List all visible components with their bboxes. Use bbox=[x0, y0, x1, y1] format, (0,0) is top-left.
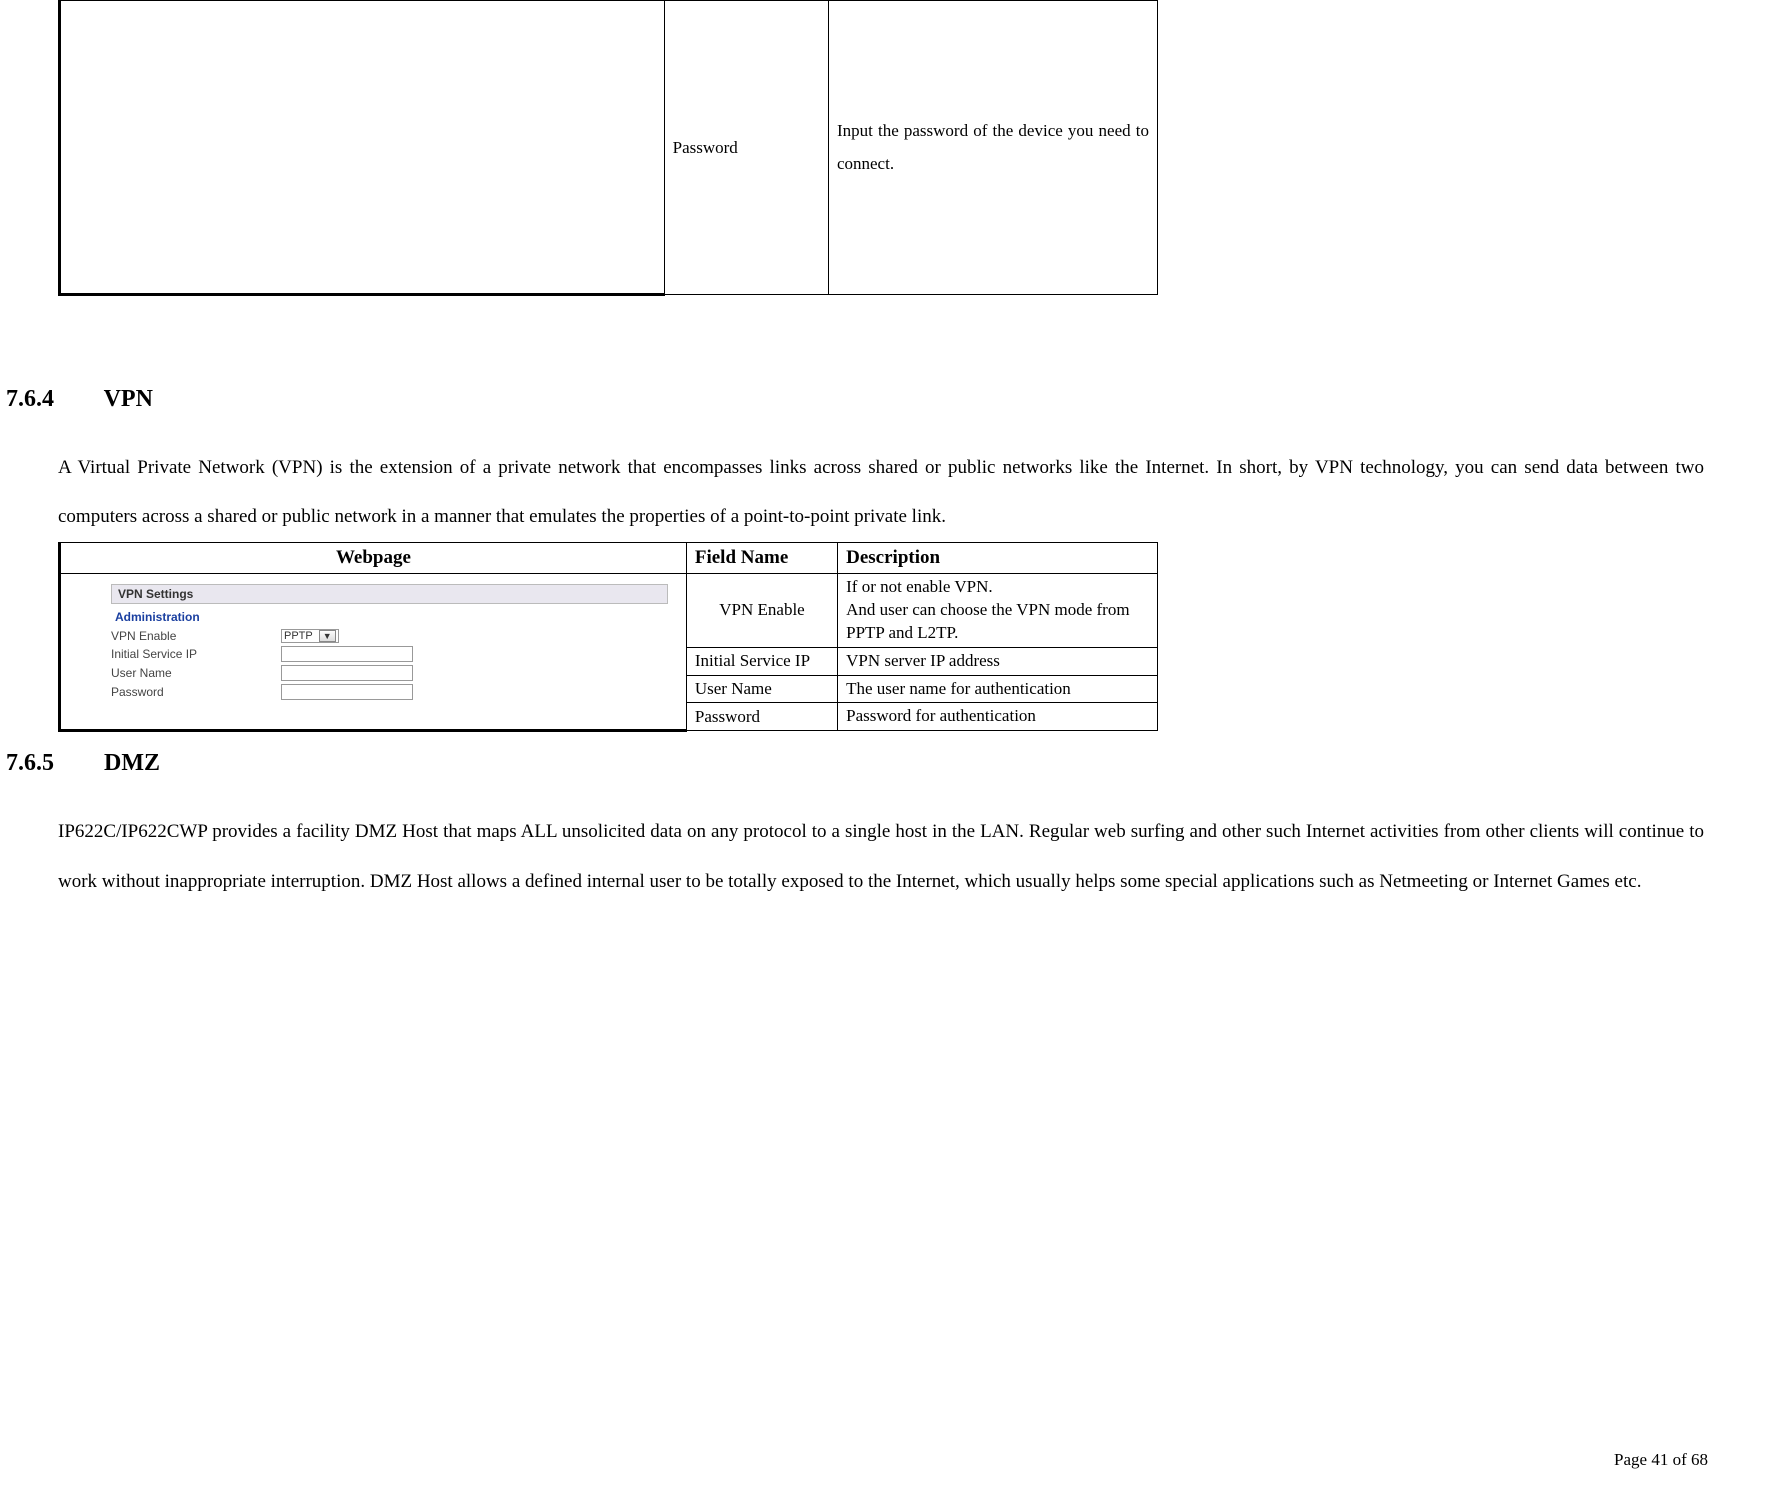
section-number: 7.6.4 bbox=[6, 386, 98, 413]
admin-row-initial-ip: Initial Service IP bbox=[111, 646, 668, 662]
top-description-cell: Input the password of the device you nee… bbox=[828, 1, 1157, 295]
top-continuation-table: Password Input the password of the devic… bbox=[58, 0, 1158, 296]
table-field: Initial Service IP bbox=[686, 647, 837, 675]
header-field: Field Name bbox=[686, 542, 837, 573]
admin-label-user-name: User Name bbox=[111, 666, 281, 680]
page-footer: Page 41 of 68 bbox=[1614, 1450, 1708, 1470]
section-heading-vpn: 7.6.4 VPN bbox=[6, 386, 1728, 413]
password-input[interactable] bbox=[281, 684, 413, 700]
initial-service-ip-input[interactable] bbox=[281, 646, 413, 662]
vpn-enable-select[interactable]: PPTP ▼ bbox=[281, 629, 339, 643]
admin-row-vpn-enable: VPN Enable PPTP ▼ bbox=[111, 629, 668, 643]
admin-row-user-name: User Name bbox=[111, 665, 668, 681]
top-field-cell: Password bbox=[664, 1, 828, 295]
dmz-paragraph: IP622C/IP622CWP provides a facility DMZ … bbox=[58, 807, 1704, 906]
vpn-paragraph: A Virtual Private Network (VPN) is the e… bbox=[58, 443, 1704, 542]
table-description: If or not enable VPN.And user can choose… bbox=[838, 573, 1158, 647]
section-heading-dmz: 7.6.5 DMZ bbox=[6, 750, 1728, 777]
admin-row-password: Password bbox=[111, 684, 668, 700]
top-webpage-cell bbox=[60, 1, 665, 295]
user-name-input[interactable] bbox=[281, 665, 413, 681]
table-field: Password bbox=[686, 703, 837, 731]
admin-label-initial-ip: Initial Service IP bbox=[111, 647, 281, 661]
header-webpage: Webpage bbox=[60, 542, 687, 573]
admin-panel-title: VPN Settings bbox=[111, 584, 668, 604]
admin-section-title: Administration bbox=[111, 608, 668, 626]
section-number: 7.6.5 bbox=[6, 750, 98, 777]
table-field: User Name bbox=[686, 675, 837, 703]
table-description: The user name for authentication bbox=[838, 675, 1158, 703]
table-description: Password for authentication bbox=[838, 703, 1158, 731]
vpn-webpage-cell: VPN Settings Administration VPN Enable P… bbox=[60, 573, 687, 731]
admin-label-vpn-enable: VPN Enable bbox=[111, 629, 281, 643]
section-title: DMZ bbox=[104, 750, 160, 776]
table-field: VPN Enable bbox=[686, 573, 837, 647]
vpn-table: Webpage Field Name Description VPN Setti… bbox=[58, 542, 1158, 733]
vpn-enable-select-value: PPTP bbox=[284, 630, 313, 642]
vpn-admin-panel: VPN Settings Administration VPN Enable P… bbox=[61, 574, 686, 713]
header-description: Description bbox=[838, 542, 1158, 573]
section-title: VPN bbox=[104, 386, 153, 412]
admin-label-password: Password bbox=[111, 685, 281, 699]
chevron-down-icon: ▼ bbox=[319, 630, 336, 642]
table-description: VPN server IP address bbox=[838, 647, 1158, 675]
